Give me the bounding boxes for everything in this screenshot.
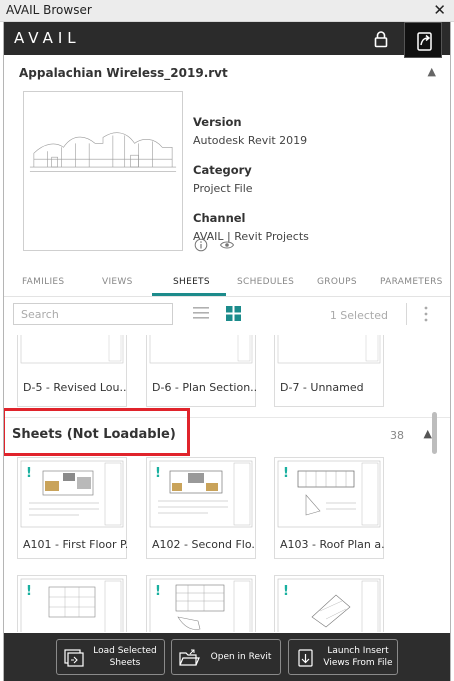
sheet-thumbnail: ! <box>277 460 381 528</box>
sheet-label: A102 - Second Flo... <box>152 538 256 551</box>
elevation-drawing <box>29 132 177 172</box>
eye-icon[interactable] <box>219 238 235 252</box>
sheet-card[interactable]: ! <box>17 575 127 632</box>
sheet-card[interactable]: ! A101 - First Floor P... <box>17 457 127 559</box>
active-tab-indicator <box>152 293 226 296</box>
warning-flag: ! <box>26 466 32 481</box>
sheet-thumbnail <box>277 335 381 364</box>
chevron-up-icon[interactable]: ▲ <box>424 427 432 440</box>
list-view-icon[interactable] <box>193 306 209 320</box>
sheet-thumbnail: ! <box>277 578 381 632</box>
kebab-icon[interactable] <box>422 305 430 323</box>
load-selected-label: Load Selected Sheets <box>93 646 157 668</box>
open-in-revit-label: Open in Revit <box>210 652 272 662</box>
tab-schedules[interactable]: SCHEDULES <box>237 277 294 287</box>
search-input[interactable] <box>13 303 173 325</box>
open-in-revit-button[interactable]: Open in Revit <box>171 639 281 675</box>
sheet-thumbnail <box>20 335 124 364</box>
app-header: AVAIL <box>4 22 450 58</box>
info-icon[interactable] <box>194 238 208 252</box>
version-label: Version <box>193 115 242 129</box>
lock-icon[interactable] <box>374 30 388 48</box>
sheets-toolbar: 1 Selected <box>4 299 450 335</box>
version-block: Version Autodesk Revit 2019 <box>193 115 307 147</box>
category-label: Category <box>193 163 252 177</box>
folder-open-icon <box>179 649 200 666</box>
chevron-up-icon[interactable]: ▲ <box>428 65 436 78</box>
file-name: Appalachian Wireless_2019.rvt <box>19 66 228 80</box>
category-tabs: FAMILIES VIEWS SHEETS SCHEDULES GROUPS P… <box>4 269 450 297</box>
file-details: Appalachian Wireless_2019.rvt ▲ Version … <box>4 55 450 283</box>
insert-views-icon <box>298 649 313 667</box>
sheet-label: A103 - Roof Plan a... <box>280 538 384 551</box>
load-selected-sheets-button[interactable]: Load Selected Sheets <box>56 639 165 675</box>
sheet-thumbnail: ! <box>20 578 124 632</box>
channel-label: Channel <box>193 211 246 225</box>
version-value: Autodesk Revit 2019 <box>193 134 308 147</box>
sheet-label: D-5 - Revised Lou... <box>23 381 127 394</box>
section-count: 38 <box>390 429 404 442</box>
sheet-label: A101 - First Floor P... <box>23 538 127 551</box>
warning-flag: ! <box>26 584 32 599</box>
grid-view-icon[interactable] <box>226 306 241 321</box>
sheet-card[interactable]: D-5 - Revised Lou... <box>17 335 127 407</box>
sheet-thumbnail: ! <box>149 460 253 528</box>
warning-flag: ! <box>283 584 289 599</box>
sheet-card[interactable]: ! <box>146 575 256 632</box>
launch-insert-views-button[interactable]: Launch Insert Views From File <box>288 639 398 675</box>
highlight-annotation <box>4 408 190 456</box>
share-button[interactable] <box>404 22 442 58</box>
sheet-thumbnail <box>149 335 253 364</box>
tab-families[interactable]: FAMILIES <box>22 277 64 287</box>
warning-flag: ! <box>283 466 289 481</box>
category-value: Project File <box>193 182 253 195</box>
warning-flag: ! <box>155 584 161 599</box>
share-icon <box>417 32 432 51</box>
file-thumbnail <box>23 91 183 251</box>
avail-logo: AVAIL <box>14 29 81 47</box>
close-icon[interactable]: ✕ <box>433 1 446 19</box>
scrollbar-thumb[interactable] <box>432 412 437 454</box>
window-title: AVAIL Browser <box>6 3 92 17</box>
sheet-card[interactable]: ! <box>274 575 384 632</box>
category-block: Category Project File <box>193 163 253 195</box>
tab-groups[interactable]: GROUPS <box>317 277 357 287</box>
selected-count: 1 Selected <box>329 309 388 322</box>
load-sheets-icon <box>64 649 84 667</box>
sheet-card[interactable]: D-6 - Plan Section... <box>146 335 256 407</box>
avail-panel: AVAIL Appalachian Wireless_2019.rvt ▲ Ve… <box>3 22 451 681</box>
sheet-card[interactable]: D-7 - Unnamed <box>274 335 384 407</box>
tab-parameters[interactable]: PARAMETERS <box>380 277 443 287</box>
file-actions <box>194 237 235 256</box>
sheet-card[interactable]: ! A103 - Roof Plan a... <box>274 457 384 559</box>
sheet-label: D-6 - Plan Section... <box>152 381 256 394</box>
sheet-label: D-7 - Unnamed <box>280 381 364 394</box>
sheet-thumbnail: ! <box>20 460 124 528</box>
toolbar-divider <box>406 303 407 325</box>
launch-insert-label: Launch Insert Views From File <box>323 646 393 668</box>
tab-sheets[interactable]: SHEETS <box>173 277 210 287</box>
tab-views[interactable]: VIEWS <box>102 277 133 287</box>
sheet-thumbnail: ! <box>149 578 253 632</box>
window-titlebar: AVAIL Browser ✕ <box>0 0 454 22</box>
action-footer: Load Selected Sheets Open in Revit Launc… <box>4 633 450 681</box>
warning-flag: ! <box>155 466 161 481</box>
sheets-list: D-5 - Revised Lou... D-6 - Plan Section.… <box>4 335 450 632</box>
sheet-card[interactable]: ! A102 - Second Flo... <box>146 457 256 559</box>
